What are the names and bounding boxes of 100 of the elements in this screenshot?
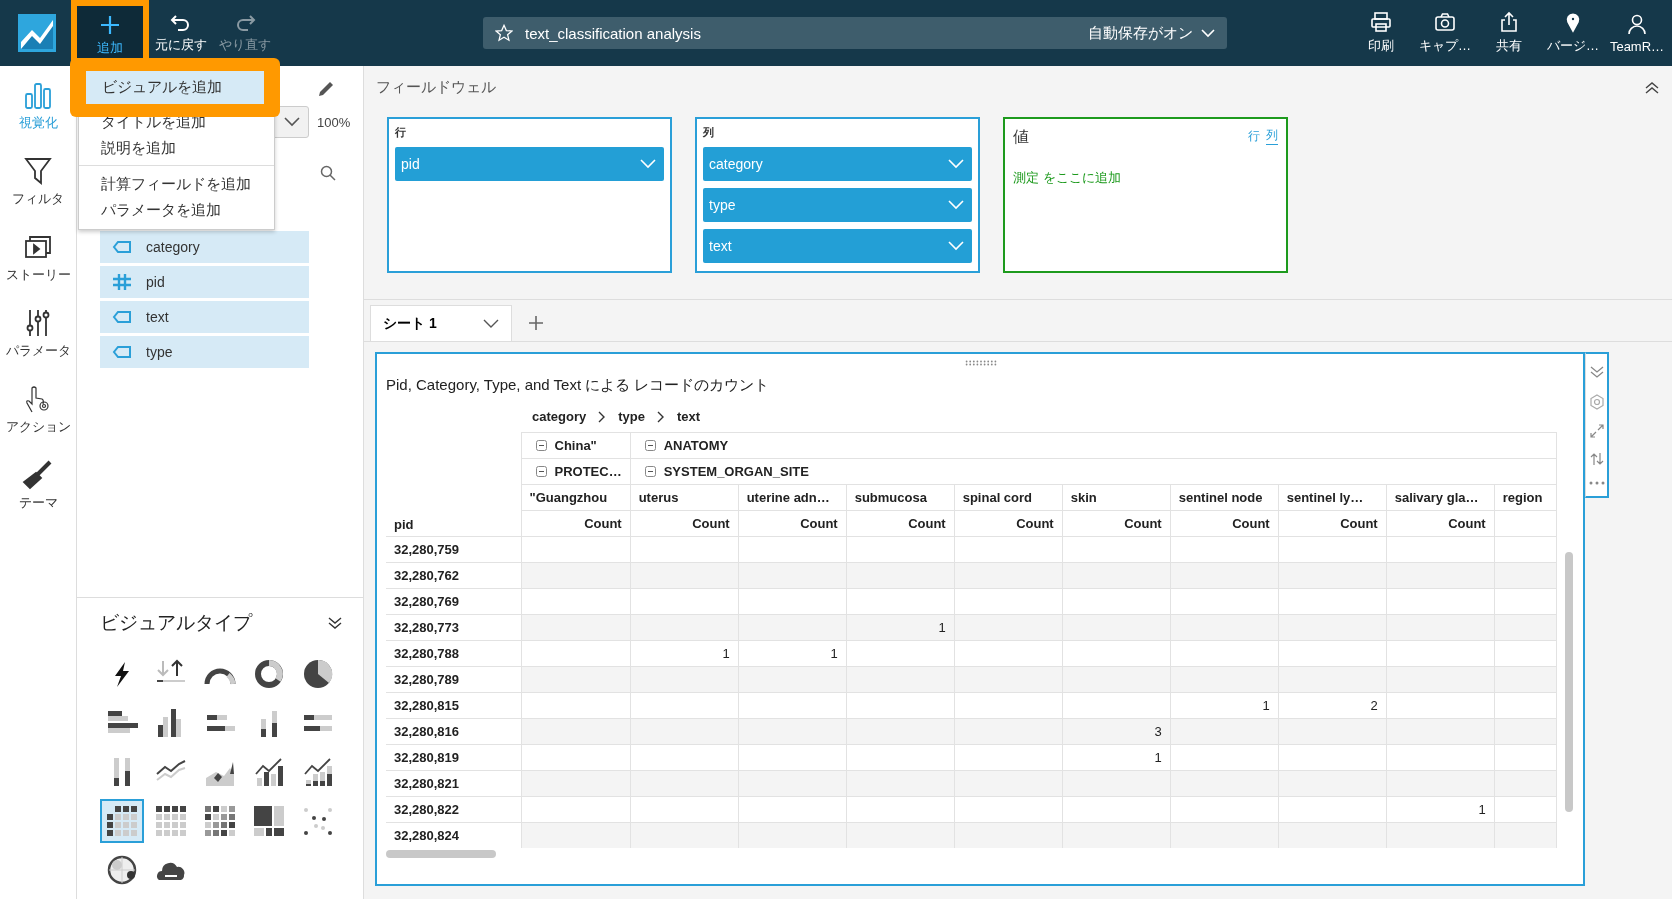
field-list-item[interactable]: type <box>100 336 309 368</box>
pin-button[interactable]: バージ… <box>1542 0 1604 66</box>
star-icon[interactable] <box>495 24 513 42</box>
analysis-title-field[interactable]: text_classification analysis 自動保存がオン <box>483 17 1227 49</box>
table-cell: 1 <box>1062 744 1171 771</box>
bar-chart-icon <box>22 80 54 110</box>
column-header[interactable]: skin <box>1062 484 1171 511</box>
autosave-dropdown[interactable]: 自動保存がオン <box>1088 23 1215 43</box>
pie-chart-icon <box>302 658 334 690</box>
column-group-header[interactable]: ANATOMY <box>630 432 1557 459</box>
share-button[interactable]: 共有 <box>1478 0 1540 66</box>
measure-header: Count <box>1386 510 1495 537</box>
chevron-right-icon <box>598 410 607 423</box>
collapse-icon[interactable] <box>1644 80 1660 95</box>
undo-button[interactable]: 元に戻す <box>149 0 213 66</box>
column-header[interactable]: submucosa <box>846 484 955 511</box>
column-group-header[interactable]: China" <box>521 432 631 459</box>
row-label-cell: 32,280,822 <box>386 796 521 823</box>
theme-nav-item[interactable]: テーマ <box>18 460 58 512</box>
chevron-down-icon <box>640 159 656 169</box>
chevron-down-icon <box>948 200 964 210</box>
column-group-header[interactable]: PROTEC… <box>521 458 631 485</box>
measure-header: Count <box>1170 510 1279 537</box>
edit-icon[interactable] <box>317 80 335 98</box>
add-sheet-icon[interactable] <box>528 315 544 331</box>
hierarchy-item: text <box>676 409 701 424</box>
tag-icon <box>112 310 132 324</box>
plus-icon <box>100 15 120 35</box>
visual-types-title: ビジュアルタイプ <box>100 611 252 635</box>
row-label-cell: 32,280,816 <box>386 718 521 745</box>
field-list-item[interactable]: category <box>100 231 309 263</box>
column-header[interactable]: "Guangzhou <box>521 484 631 511</box>
filter-nav-item[interactable]: フィルタ <box>12 156 64 208</box>
analysis-title: text_classification analysis <box>525 24 702 42</box>
column-group-header[interactable]: SYSTEM_ORGAN_SITE <box>630 458 1557 485</box>
hierarchy-item: category <box>532 409 587 424</box>
expand-icon[interactable] <box>1589 423 1604 438</box>
field-list-item[interactable]: pid <box>100 266 309 298</box>
column-header[interactable]: uterus <box>630 484 739 511</box>
vertical-scrollbar[interactable] <box>1565 552 1573 812</box>
menu-item[interactable]: 説明を追加 <box>79 135 274 161</box>
menu-item[interactable]: パラメータを追加 <box>79 197 274 223</box>
visual-title: Pid, Category, Type, and Text による レコードのカウント <box>386 376 771 395</box>
stacked-combo-chart-icon <box>302 756 334 788</box>
table-icon <box>155 805 187 837</box>
column-header[interactable]: uterine adn… <box>738 484 847 511</box>
pivot-table-icon <box>106 805 138 837</box>
table-cell: 1 <box>1386 796 1495 823</box>
parameter-nav-item[interactable]: パラメータ <box>5 308 71 360</box>
camera-button[interactable]: キャプ… <box>1414 0 1476 66</box>
chevron-right-icon <box>656 410 665 423</box>
menu-item[interactable]: 計算フィールドを追加 <box>79 165 274 197</box>
chevron-down-icon <box>1201 28 1215 38</box>
heatmap-icon <box>204 805 236 837</box>
more-icon[interactable] <box>1588 480 1605 485</box>
action-nav-item[interactable]: アクション <box>5 384 71 436</box>
treemap-icon <box>253 805 285 837</box>
column-header[interactable]: spinal cord <box>954 484 1063 511</box>
row-label-cell: 32,280,762 <box>386 562 521 589</box>
column-header[interactable]: sentinel node <box>1170 484 1279 511</box>
collapse-icon[interactable] <box>644 465 656 477</box>
search-icon[interactable] <box>320 165 336 181</box>
table-cell: 1 <box>630 640 739 667</box>
app-logo-icon[interactable] <box>18 14 56 52</box>
donut-chart-icon <box>253 658 285 690</box>
sheet-tab[interactable]: シート 1 <box>370 305 512 341</box>
collapse-icon[interactable] <box>535 465 547 477</box>
redo-icon <box>234 12 256 32</box>
row-label-cell: 32,280,815 <box>386 692 521 719</box>
rows-well[interactable]: 行 pid <box>387 117 672 273</box>
print-button[interactable]: 印刷 <box>1350 0 1412 66</box>
menu-item[interactable]: ビジュアルを追加 <box>86 71 264 104</box>
well-label: 行 <box>395 125 407 140</box>
row-label-cell: 32,280,819 <box>386 744 521 771</box>
visual-type-button[interactable] <box>100 799 144 843</box>
drop-hint: 測定 をここに追加 <box>1013 169 1122 187</box>
tag-icon <box>112 240 132 254</box>
filter-icon <box>22 156 54 186</box>
measure-header: Count <box>954 510 1063 537</box>
user-button[interactable]: TeamR… <box>1606 0 1668 66</box>
story-nav-item[interactable]: ストーリー <box>5 232 71 284</box>
hash-icon <box>112 273 132 291</box>
zoom-level: 100% <box>317 114 351 130</box>
field-wells-title: フィールドウェル <box>376 78 496 97</box>
chevron-down-icon[interactable] <box>483 318 499 329</box>
collapse-icon[interactable] <box>535 439 547 451</box>
row-header: pid <box>386 510 521 537</box>
printer-icon <box>1370 11 1392 33</box>
swap-icon[interactable] <box>1589 452 1604 467</box>
collapse-icon[interactable] <box>327 616 343 630</box>
horizontal-scrollbar[interactable] <box>386 850 496 858</box>
column-header[interactable]: sentinel ly… <box>1278 484 1387 511</box>
table-cell: 3 <box>1062 718 1171 745</box>
measure-header: Count <box>738 510 847 537</box>
field-list-item[interactable]: text <box>100 301 309 333</box>
camera-icon <box>1434 11 1456 33</box>
column-header[interactable]: salivary gla… <box>1386 484 1495 511</box>
column-header[interactable]: region <box>1494 484 1557 511</box>
collapse-icon[interactable] <box>644 439 656 451</box>
row-label-cell: 32,280,773 <box>386 614 521 641</box>
